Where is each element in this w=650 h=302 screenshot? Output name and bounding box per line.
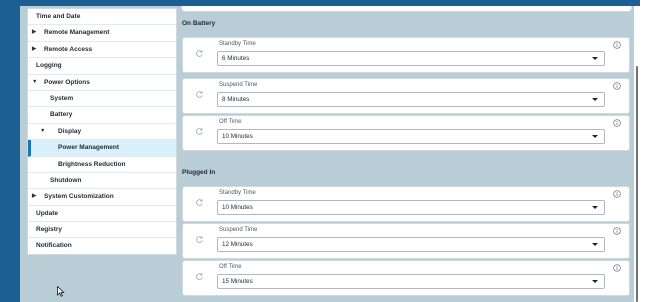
standby-time-dropdown[interactable]: 10 Minutes xyxy=(217,200,605,215)
sidebar-item-label: Notification xyxy=(36,242,72,250)
sidebar-item-battery[interactable]: Battery xyxy=(28,107,176,124)
setting-label: Standby Time xyxy=(219,41,256,47)
sidebar-item-label: Display xyxy=(58,127,82,135)
sidebar-item-remote-management[interactable]: ▶ Remote Management xyxy=(28,25,176,42)
reset-icon[interactable] xyxy=(195,235,204,244)
sidebar-item-label: System xyxy=(50,94,74,102)
info-icon[interactable] xyxy=(613,82,621,90)
reset-icon[interactable] xyxy=(195,127,204,136)
suspend-time-dropdown[interactable]: 8 Minutes xyxy=(217,92,605,107)
app-side-strip xyxy=(0,0,20,302)
collapse-arrow-icon[interactable]: ▼ xyxy=(32,75,37,90)
info-icon[interactable] xyxy=(613,41,621,49)
chevron-down-icon xyxy=(592,243,598,246)
off-time-dropdown[interactable]: 10 Minutes xyxy=(217,129,605,144)
reset-icon[interactable] xyxy=(195,272,204,281)
chevron-down-icon xyxy=(592,135,598,138)
info-icon[interactable] xyxy=(613,227,621,235)
sidebar-item-system[interactable]: System xyxy=(28,91,176,108)
dropdown-value: 10 Minutes xyxy=(222,132,253,140)
suspend-time-dropdown[interactable]: 12 Minutes xyxy=(217,237,605,252)
sidebar-item-label: Shutdown xyxy=(50,176,82,184)
dropdown-value: 8 Minutes xyxy=(222,95,250,103)
setting-card-plugged-suspend: Suspend Time 12 Minutes xyxy=(182,223,630,259)
sidebar-item-label: Remote Access xyxy=(44,45,93,53)
sidebar-item-logging[interactable]: Logging xyxy=(28,58,176,75)
off-time-dropdown[interactable]: 15 Minutes xyxy=(217,274,605,289)
sidebar-item-label: System Customization xyxy=(44,193,114,201)
setting-label: Off Time xyxy=(219,119,242,125)
settings-sidebar: Time and Date ▶ Remote Management ▶ Remote… xyxy=(27,8,177,255)
dropdown-value: 10 Minutes xyxy=(222,203,253,211)
sidebar-item-brightness-reduction[interactable]: Brightness Reduction xyxy=(28,157,176,173)
chevron-down-icon xyxy=(592,280,598,283)
sidebar-item-time-and-date[interactable]: Time and Date xyxy=(28,9,176,26)
setting-card-battery-suspend: Suspend Time 8 Minutes xyxy=(182,78,630,114)
info-icon[interactable] xyxy=(613,264,621,272)
setting-card-plugged-off: Off Time 15 Minutes xyxy=(182,260,630,296)
setting-card-battery-off: Off Time 10 Minutes xyxy=(182,115,630,151)
mouse-pointer-icon xyxy=(57,286,65,297)
sidebar-item-remote-access[interactable]: ▶ Remote Access xyxy=(28,42,176,59)
collapse-arrow-icon[interactable]: ▼ xyxy=(40,124,45,139)
expand-arrow-icon[interactable]: ▶ xyxy=(32,189,36,204)
sidebar-item-power-management[interactable]: Power Management xyxy=(28,140,176,157)
sidebar-item-label: Power Management xyxy=(58,144,120,152)
setting-label: Suspend Time xyxy=(219,82,258,88)
sidebar-item-shutdown[interactable]: Shutdown xyxy=(28,173,176,190)
vertical-scrollbar[interactable] xyxy=(634,6,640,302)
sidebar-item-label: Remote Management xyxy=(44,29,110,37)
sidebar-item-display[interactable]: ▼ Display xyxy=(28,124,176,141)
previous-card xyxy=(181,6,632,12)
window-right-edge xyxy=(640,0,650,302)
reset-icon[interactable] xyxy=(195,49,204,58)
section-title-plugged-in: Plugged In xyxy=(182,169,216,176)
sidebar-item-label: Power Options xyxy=(44,78,90,86)
sidebar-item-notification[interactable]: Notification xyxy=(28,238,176,253)
sidebar-item-label: Time and Date xyxy=(36,13,81,20)
sidebar-item-label: Registry xyxy=(36,226,63,234)
sidebar-item-power-options[interactable]: ▼ Power Options xyxy=(28,75,176,91)
settings-content: On Battery Standby Time 6 Minutes Suspen… xyxy=(179,6,634,302)
sidebar-item-registry[interactable]: Registry xyxy=(28,222,176,239)
app-window: Time and Date ▶ Remote Management ▶ Remote… xyxy=(0,0,650,302)
expand-arrow-icon[interactable]: ▶ xyxy=(32,25,36,40)
sidebar-item-label: Update xyxy=(36,209,59,217)
dropdown-value: 15 Minutes xyxy=(222,277,253,285)
chevron-down-icon xyxy=(592,57,598,60)
dropdown-value: 12 Minutes xyxy=(222,240,253,248)
setting-label: Off Time xyxy=(219,264,242,270)
info-icon[interactable] xyxy=(613,119,621,127)
chevron-down-icon xyxy=(592,98,598,101)
setting-label: Standby Time xyxy=(219,190,256,196)
sidebar-item-update[interactable]: Update xyxy=(28,206,176,223)
chevron-down-icon xyxy=(592,206,598,209)
reset-icon[interactable] xyxy=(195,90,204,99)
info-icon[interactable] xyxy=(613,190,621,198)
setting-card-battery-standby: Standby Time 6 Minutes xyxy=(182,37,630,73)
sidebar-item-label: Logging xyxy=(36,62,62,70)
dropdown-value: 6 Minutes xyxy=(222,54,250,62)
sidebar-item-label: Battery xyxy=(50,111,73,119)
sidebar-item-system-customization[interactable]: ▶ System Customization xyxy=(28,189,176,206)
setting-card-plugged-standby: Standby Time 10 Minutes xyxy=(182,186,630,222)
section-title-on-battery: On Battery xyxy=(182,20,216,27)
sidebar-item-label: Brightness Reduction xyxy=(58,160,126,168)
standby-time-dropdown[interactable]: 6 Minutes xyxy=(217,51,605,66)
setting-label: Suspend Time xyxy=(219,227,258,233)
expand-arrow-icon[interactable]: ▶ xyxy=(32,42,36,57)
reset-icon[interactable] xyxy=(195,198,204,207)
scrollbar-thumb[interactable] xyxy=(636,66,638,302)
